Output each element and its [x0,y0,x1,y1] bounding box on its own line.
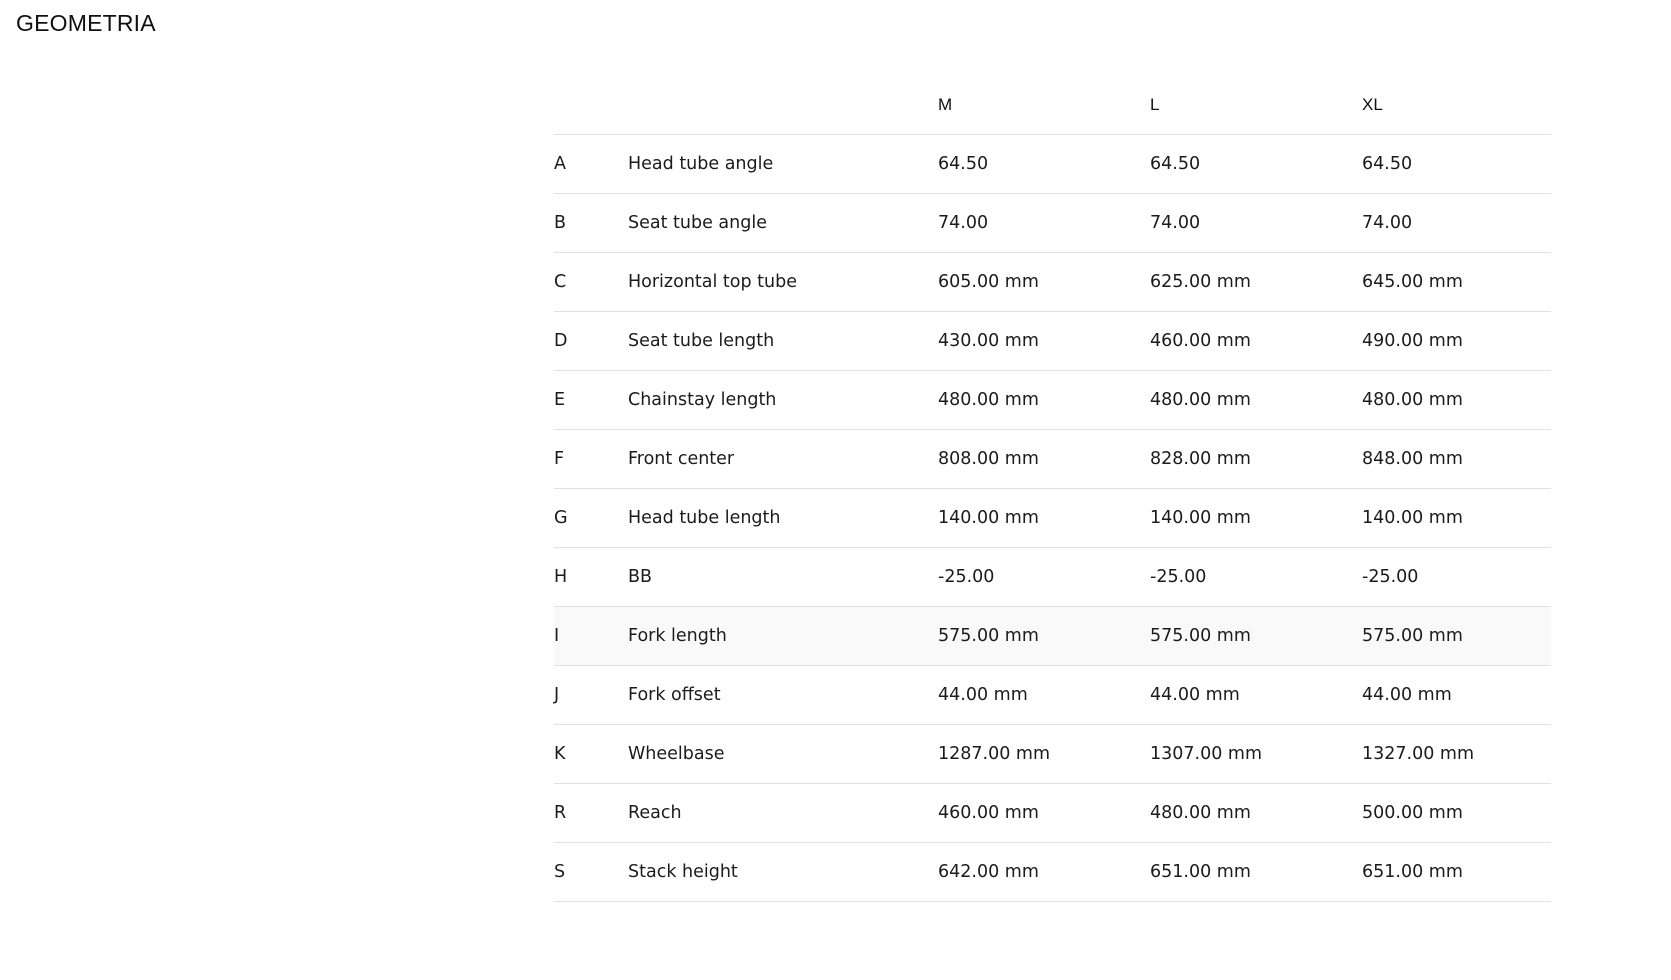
row-code: H [554,547,628,607]
row-label: Reach [628,783,938,843]
row-value-l: 64.50 [1150,134,1362,194]
row-code: A [554,134,628,194]
row-value-m: 44.00 mm [938,665,1150,725]
row-label: Chainstay length [628,370,938,430]
row-value-l: 480.00 mm [1150,370,1362,430]
row-code: I [554,606,628,666]
row-label: Front center [628,429,938,489]
row-value-m: 1287.00 mm [938,724,1150,784]
header-size-l: L [1150,75,1362,135]
row-code: E [554,370,628,430]
header-size-xl: XL [1362,75,1551,135]
row-value-l: 140.00 mm [1150,488,1362,548]
row-value-m: 460.00 mm [938,783,1150,843]
row-value-l: 575.00 mm [1150,606,1362,666]
table-row: G Head tube length 140.00 mm 140.00 mm 1… [554,488,1551,548]
row-value-l: 651.00 mm [1150,842,1362,902]
row-label: Stack height [628,842,938,902]
table-header-row: M L XL [554,75,1551,135]
row-value-l: 460.00 mm [1150,311,1362,371]
row-value-xl: 480.00 mm [1362,370,1551,430]
row-value-xl: 64.50 [1362,134,1551,194]
row-label: Wheelbase [628,724,938,784]
row-value-m: 64.50 [938,134,1150,194]
row-value-xl: -25.00 [1362,547,1551,607]
row-value-xl: 44.00 mm [1362,665,1551,725]
header-code [554,75,628,135]
row-code: F [554,429,628,489]
row-value-l: 44.00 mm [1150,665,1362,725]
table-row: A Head tube angle 64.50 64.50 64.50 [554,134,1551,194]
row-code: J [554,665,628,725]
table-row: R Reach 460.00 mm 480.00 mm 500.00 mm [554,783,1551,843]
table-row: D Seat tube length 430.00 mm 460.00 mm 4… [554,311,1551,371]
row-value-xl: 140.00 mm [1362,488,1551,548]
row-value-l: 828.00 mm [1150,429,1362,489]
row-value-m: 140.00 mm [938,488,1150,548]
row-code: C [554,252,628,312]
table-row: S Stack height 642.00 mm 651.00 mm 651.0… [554,842,1551,902]
table-row: H BB -25.00 -25.00 -25.00 [554,547,1551,607]
table-row: I Fork length 575.00 mm 575.00 mm 575.00… [554,606,1551,666]
table-row: B Seat tube angle 74.00 74.00 74.00 [554,193,1551,253]
table-row: E Chainstay length 480.00 mm 480.00 mm 4… [554,370,1551,430]
table-row: J Fork offset 44.00 mm 44.00 mm 44.00 mm [554,665,1551,725]
row-value-l: -25.00 [1150,547,1362,607]
row-value-m: -25.00 [938,547,1150,607]
row-label: Fork length [628,606,938,666]
row-value-m: 430.00 mm [938,311,1150,371]
row-code: G [554,488,628,548]
row-value-xl: 74.00 [1362,193,1551,253]
row-code: B [554,193,628,253]
table-row: C Horizontal top tube 605.00 mm 625.00 m… [554,252,1551,312]
row-value-xl: 575.00 mm [1362,606,1551,666]
geometry-table: M L XL A Head tube angle 64.50 64.50 64.… [554,75,1551,902]
table-row: F Front center 808.00 mm 828.00 mm 848.0… [554,429,1551,489]
row-label: Seat tube angle [628,193,938,253]
row-value-xl: 651.00 mm [1362,842,1551,902]
row-value-xl: 645.00 mm [1362,252,1551,312]
row-value-xl: 500.00 mm [1362,783,1551,843]
header-label [628,75,938,135]
row-value-m: 808.00 mm [938,429,1150,489]
row-value-m: 480.00 mm [938,370,1150,430]
row-value-m: 642.00 mm [938,842,1150,902]
row-label: Seat tube length [628,311,938,371]
row-value-l: 74.00 [1150,193,1362,253]
row-value-xl: 1327.00 mm [1362,724,1551,784]
section-title: GEOMETRIA [16,10,156,36]
row-value-l: 1307.00 mm [1150,724,1362,784]
row-value-xl: 490.00 mm [1362,311,1551,371]
row-code: K [554,724,628,784]
row-value-l: 480.00 mm [1150,783,1362,843]
table-row: K Wheelbase 1287.00 mm 1307.00 mm 1327.0… [554,724,1551,784]
row-value-xl: 848.00 mm [1362,429,1551,489]
row-code: D [554,311,628,371]
header-size-m: M [938,75,1150,135]
row-code: R [554,783,628,843]
row-label: Head tube angle [628,134,938,194]
row-value-m: 74.00 [938,193,1150,253]
row-code: S [554,842,628,902]
row-value-l: 625.00 mm [1150,252,1362,312]
row-label: Fork offset [628,665,938,725]
row-value-m: 605.00 mm [938,252,1150,312]
row-label: Head tube length [628,488,938,548]
row-label: Horizontal top tube [628,252,938,312]
row-label: BB [628,547,938,607]
row-value-m: 575.00 mm [938,606,1150,666]
